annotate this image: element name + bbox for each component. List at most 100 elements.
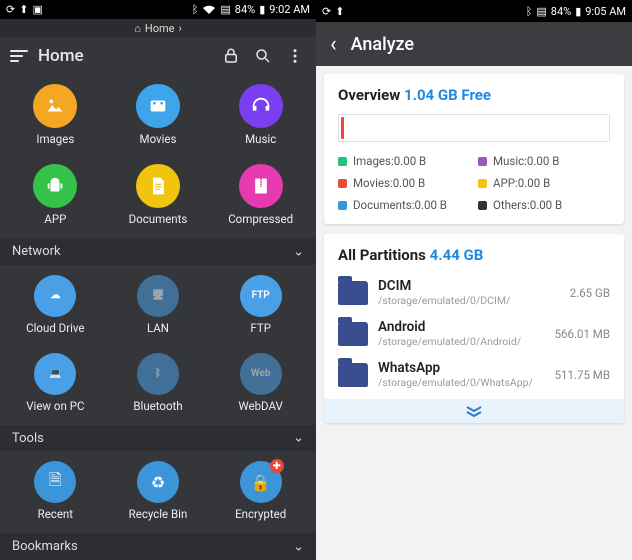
tool-recent[interactable]: 🗎 Recent <box>4 457 107 525</box>
lock-button[interactable] <box>220 45 242 67</box>
category-app[interactable]: APP <box>4 160 107 230</box>
bookmarks-header[interactable]: Bookmarks ⌄ <box>0 533 316 560</box>
sync-icon: ⟳ <box>6 4 15 15</box>
legend-documents: Documents:0.00 B <box>338 198 470 212</box>
legend-app: APP:0.00 B <box>478 176 610 190</box>
folder-icon <box>338 322 368 346</box>
page-title: Home <box>38 46 84 66</box>
category-label: Movies <box>140 132 177 146</box>
partition-size: 2.65 GB <box>570 286 610 300</box>
category-label: APP <box>44 212 66 226</box>
network-icon: 💻 <box>34 353 76 395</box>
network-label: LAN <box>147 321 169 335</box>
partition-path: /storage/emulated/0/DCIM/ <box>378 294 560 307</box>
movie-icon <box>136 84 180 128</box>
partition-path: /storage/emulated/0/WhatsApp/ <box>378 376 545 389</box>
zip-icon <box>239 164 283 208</box>
network-label: WebDAV <box>238 399 282 413</box>
bluetooth-icon: ᛒ <box>192 4 199 15</box>
partition-name: WhatsApp <box>378 360 545 376</box>
network-bluetooth[interactable]: ᛒBluetooth <box>107 349 210 417</box>
folder-icon <box>338 363 368 387</box>
network-cloud-drive[interactable]: ☁Cloud Drive <box>4 271 107 339</box>
tool-label: Encrypted <box>235 507 286 521</box>
category-music[interactable]: Music <box>209 80 312 150</box>
partitions-label: All Partitions <box>338 246 426 264</box>
file-manager-screen: ⟳ ⬆ ▣ ᛒ ▤ 84% ▮ 9:02 AM ⌂ Home › Home <box>0 0 316 560</box>
search-button[interactable] <box>252 45 274 67</box>
network-webdav[interactable]: WebWebDAV <box>209 349 312 417</box>
sd-icon: ▤ <box>220 4 230 15</box>
tool-icon: ♻ <box>137 461 179 503</box>
overview-card: Overview 1.04 GB Free Images:0.00 BMusic… <box>324 74 624 224</box>
network-lan[interactable]: 🖥 LAN <box>107 271 210 339</box>
partitions-total: 4.44 GB <box>430 246 484 264</box>
tool-icon: 🗎 <box>34 461 76 503</box>
partitions-card: All Partitions 4.44 GB DCIM/storage/emul… <box>324 234 624 423</box>
legend-music: Music:0.00 B <box>478 154 610 168</box>
network-view-on-pc[interactable]: 💻 View on PC <box>4 349 107 417</box>
network-icon: 🖥 <box>137 275 179 317</box>
breadcrumb[interactable]: ⌂ Home › <box>0 19 316 37</box>
legend-movies: Movies:0.00 B <box>338 176 470 190</box>
category-images[interactable]: Images <box>4 80 107 150</box>
tool-encrypted[interactable]: 🔒✚ Encrypted <box>209 457 312 525</box>
partition-size: 566.01 MB <box>555 327 610 341</box>
folder-icon <box>338 281 368 305</box>
tool-recycle-bin[interactable]: ♻Recycle Bin <box>107 457 210 525</box>
battery-pct: 84% <box>235 3 255 16</box>
overview-label: Overview <box>338 86 400 104</box>
page-title: Analyze <box>351 34 414 55</box>
network-label: Cloud Drive <box>26 321 84 335</box>
partition-row[interactable]: Android/storage/emulated/0/Android/566.0… <box>338 313 610 354</box>
swatch-icon <box>478 201 487 210</box>
category-label: Compressed <box>228 212 293 226</box>
usage-bar <box>338 114 610 142</box>
badge-icon: ✚ <box>270 459 284 473</box>
network-label: View on PC <box>26 399 84 413</box>
swatch-icon <box>478 179 487 188</box>
home-icon: ⌂ <box>134 22 141 35</box>
sync-icon: ⟳ <box>322 6 331 17</box>
network-label: Bluetooth <box>133 399 182 413</box>
analyze-topbar: ‹ Analyze <box>316 22 632 66</box>
chevron-down-icon: ⌄ <box>293 431 304 446</box>
category-compressed[interactable]: Compressed <box>209 160 312 230</box>
partition-path: /storage/emulated/0/Android/ <box>378 335 545 348</box>
swatch-icon <box>338 201 347 210</box>
network-ftp[interactable]: FTPFTP <box>209 271 312 339</box>
category-movies[interactable]: Movies <box>107 80 210 150</box>
chevron-down-icon: ⌄ <box>293 539 304 554</box>
clock: 9:05 AM <box>585 5 626 18</box>
music-icon <box>239 84 283 128</box>
partition-row[interactable]: DCIM/storage/emulated/0/DCIM/2.65 GB <box>338 272 610 313</box>
legend-others: Others:0.00 B <box>478 198 610 212</box>
battery-icon: ▮ <box>259 4 265 15</box>
categories-grid: Images Movies Music APP Documents Compressed <box>0 74 316 238</box>
menu-button[interactable] <box>10 50 28 62</box>
network-header[interactable]: Network ⌄ <box>0 238 316 265</box>
chevron-down-icon: ⌄ <box>293 244 304 259</box>
status-bar: ⟳ ⬆ ᛒ ▤ 84% ▮ 9:05 AM <box>316 0 632 22</box>
category-documents[interactable]: Documents <box>107 160 210 230</box>
android-icon <box>33 164 77 208</box>
expand-button[interactable] <box>324 399 624 423</box>
tools-header[interactable]: Tools ⌄ <box>0 425 316 452</box>
swatch-icon <box>478 157 487 166</box>
partition-row[interactable]: WhatsApp/storage/emulated/0/WhatsApp/511… <box>338 354 610 395</box>
battery-pct: 84% <box>551 5 571 18</box>
tool-label: Recent <box>38 507 73 521</box>
tool-icon: 🔒✚ <box>240 461 282 503</box>
upload-icon: ⬆ <box>335 6 344 17</box>
partition-size: 511.75 MB <box>555 368 610 382</box>
partition-name: DCIM <box>378 278 560 294</box>
legend-images: Images:0.00 B <box>338 154 470 168</box>
category-label: Images <box>36 132 74 146</box>
back-button[interactable]: ‹ <box>330 32 337 57</box>
network-label: FTP <box>250 321 271 335</box>
app-topbar: Home <box>0 37 316 74</box>
doc-icon <box>136 164 180 208</box>
image-icon <box>33 84 77 128</box>
overflow-button[interactable] <box>284 45 306 67</box>
status-bar: ⟳ ⬆ ▣ ᛒ ▤ 84% ▮ 9:02 AM <box>0 0 316 19</box>
